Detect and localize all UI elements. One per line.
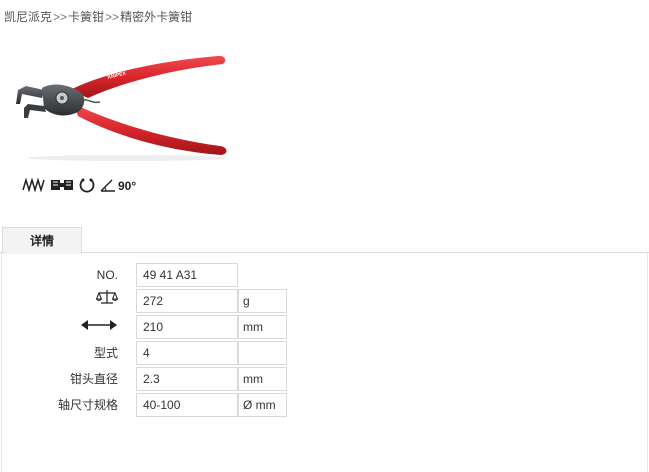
breadcrumb-separator: >>	[53, 10, 68, 24]
spec-row-number: NO. 49 41 A31	[2, 263, 302, 287]
spec-label: NO.	[96, 268, 118, 282]
spec-value: 49 41 A31	[136, 263, 238, 287]
spec-label: 型式	[93, 346, 118, 360]
spec-row-type: 型式 4	[2, 341, 302, 365]
spec-unit: mm	[238, 315, 287, 339]
tab-details[interactable]: 详情	[2, 227, 82, 254]
breadcrumb-link-category[interactable]: 卡簧钳	[68, 10, 104, 24]
spec-unit	[238, 341, 287, 365]
angled-tip-icon	[100, 178, 116, 195]
spec-value: 2.3	[136, 367, 238, 391]
spec-label: 钳头直径	[69, 372, 118, 386]
circlip-ring-icon	[78, 177, 96, 196]
angle-label: 90°	[118, 179, 137, 193]
breadcrumb-current: 精密外卡簧钳	[120, 10, 193, 24]
breadcrumb: 凯尼派克>>卡簧钳>>精密外卡簧钳	[4, 8, 192, 25]
feature-icons: 90°	[22, 176, 136, 196]
details-panel: NO. 49 41 A31 272 g 210 mm 型式 4 钳头直径 2.3…	[1, 253, 648, 472]
spring-zigzag-icon	[22, 176, 46, 195]
breadcrumb-link-brand[interactable]: 凯尼派克	[4, 10, 52, 24]
spec-value: 4	[136, 341, 238, 365]
spec-row-tip-diameter: 钳头直径 2.3 mm	[2, 367, 302, 391]
length-arrow-icon	[80, 315, 118, 339]
spec-row-length: 210 mm	[2, 315, 302, 339]
spec-value: 210	[136, 315, 238, 339]
circlip-pliers-illustration: KNIPEX	[16, 55, 228, 161]
spec-row-weight: 272 g	[2, 289, 302, 313]
spec-row-shaft-size: 轴尺寸规格 40-100 Ø mm	[2, 393, 302, 417]
product-image: KNIPEX	[8, 46, 234, 164]
spec-value: 40-100	[136, 393, 238, 417]
breadcrumb-separator: >>	[105, 10, 120, 24]
spec-unit: Ø mm	[238, 393, 287, 417]
tab-bar: 详情	[0, 227, 649, 254]
clamp-jaw-icon	[50, 178, 74, 195]
scale-icon	[95, 289, 119, 313]
spec-label: 轴尺寸规格	[57, 398, 118, 412]
spec-unit: mm	[238, 367, 287, 391]
spec-unit: g	[238, 289, 287, 313]
spec-value: 272	[136, 289, 238, 313]
